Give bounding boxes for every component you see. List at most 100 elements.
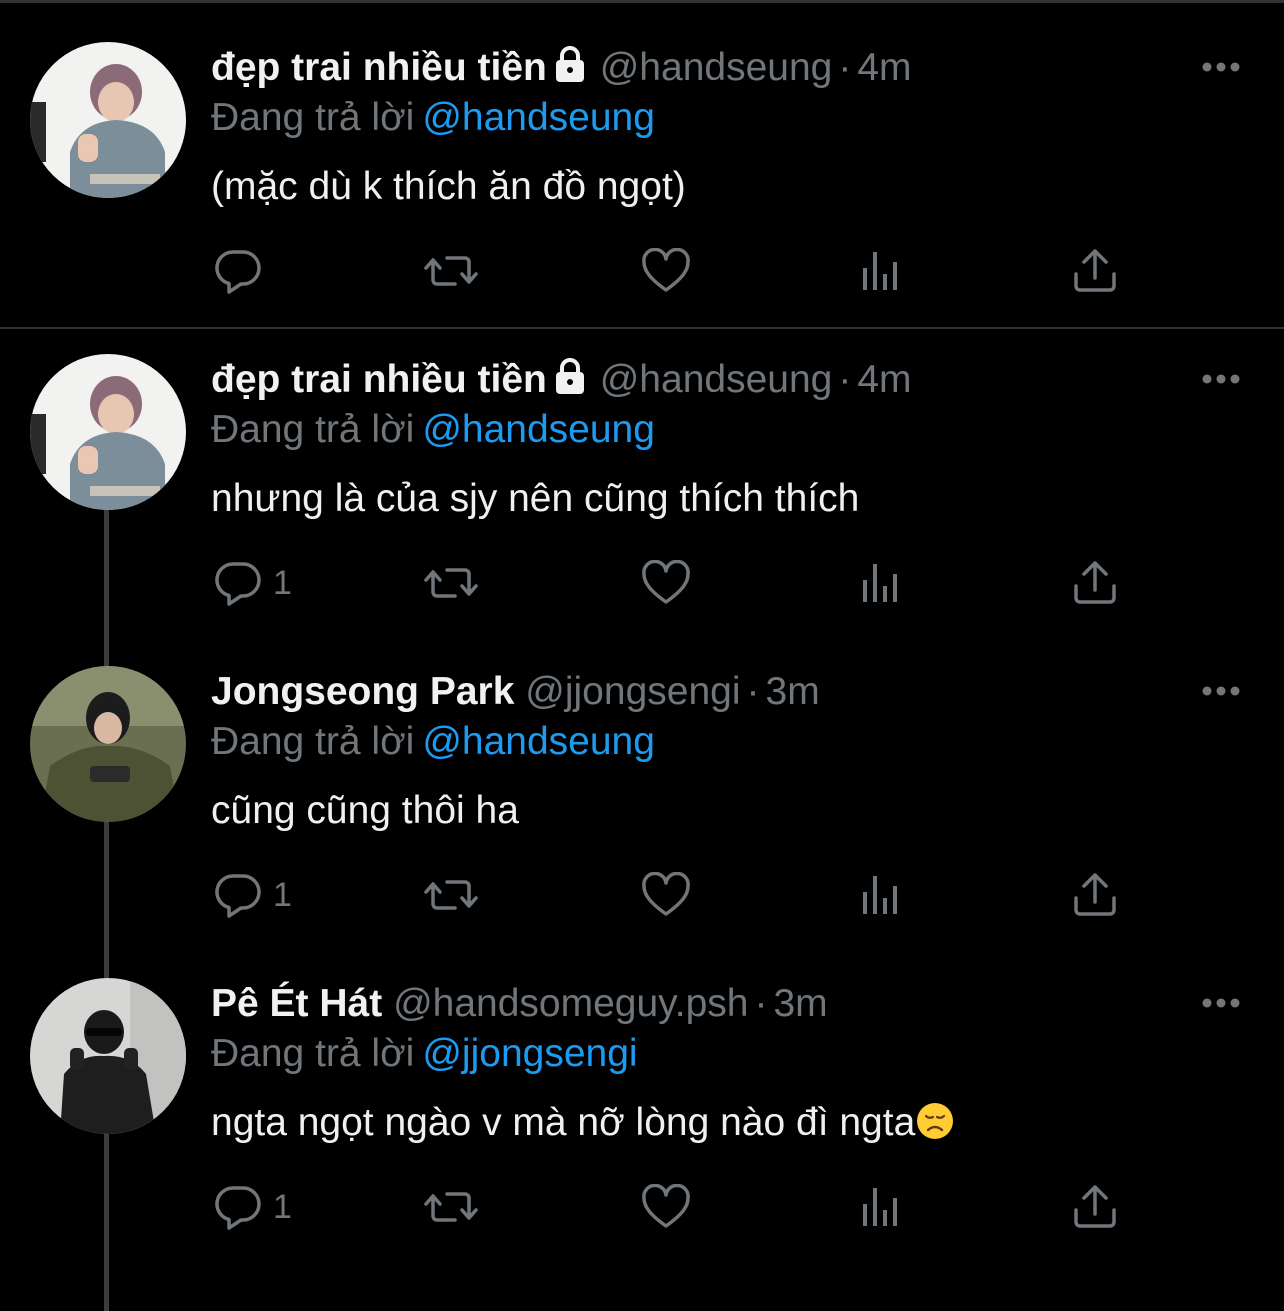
avatar[interactable] — [30, 978, 186, 1134]
analytics-button[interactable] — [859, 248, 903, 294]
timestamp[interactable]: 4m — [857, 358, 911, 401]
retweet-button[interactable] — [423, 1184, 479, 1230]
retweet-button[interactable] — [423, 560, 479, 606]
heart-icon — [641, 1184, 691, 1230]
tweet-divider — [0, 327, 1284, 329]
share-icon — [1072, 872, 1118, 918]
lock-icon — [551, 358, 589, 404]
tweet-actions: 1 — [211, 560, 1211, 606]
reply-button[interactable] — [213, 248, 263, 294]
share-icon — [1072, 248, 1118, 294]
bar-chart-icon — [859, 1184, 903, 1230]
share-button[interactable] — [1072, 1184, 1118, 1230]
retweet-button[interactable] — [423, 872, 479, 918]
replying-to-label: Đang trả lời — [211, 408, 415, 451]
disappointed-face-icon — [915, 1101, 955, 1152]
heart-icon — [641, 248, 691, 294]
retweet-icon — [423, 1184, 479, 1230]
tweet-text: ngta ngọt ngào v mà nỡ lòng nào đì ngta — [211, 1100, 955, 1152]
share-button[interactable] — [1072, 872, 1118, 918]
replying-to: Đang trả lời @handseung — [211, 720, 655, 764]
user-handle[interactable]: @handsomeguy.psh — [393, 982, 748, 1025]
like-button[interactable] — [641, 560, 691, 606]
retweet-icon — [423, 872, 479, 918]
reply-button[interactable]: 1 — [213, 560, 292, 606]
more-dots-icon — [1200, 61, 1242, 78]
timestamp[interactable]: 3m — [773, 982, 827, 1025]
heart-icon — [641, 872, 691, 918]
tweet-text: cũng cũng thôi ha — [211, 788, 519, 834]
analytics-button[interactable] — [859, 560, 903, 606]
reply-icon — [213, 872, 263, 918]
avatar[interactable] — [30, 42, 186, 198]
reply-icon — [213, 1184, 263, 1230]
more-dots-icon — [1200, 373, 1242, 390]
reply-icon — [213, 248, 263, 294]
like-button[interactable] — [641, 1184, 691, 1230]
display-name[interactable]: Jongseong Park — [211, 670, 514, 713]
tweet-actions — [211, 248, 1211, 294]
replying-to-label: Đang trả lời — [211, 1032, 415, 1075]
bar-chart-icon — [859, 560, 903, 606]
tweet-text: nhưng là của sjy nên cũng thích thích — [211, 476, 859, 522]
tweet-header: Jongseong Park @jjongsengi · 3m — [211, 670, 820, 714]
replying-to-handle[interactable]: @jjongsengi — [422, 1032, 637, 1075]
avatar[interactable] — [30, 354, 186, 510]
timestamp[interactable]: 3m — [766, 670, 820, 713]
separator-dot: · — [838, 358, 852, 401]
retweet-button[interactable] — [423, 248, 479, 294]
tweet-header: Pê Ét Hát @handsomeguy.psh · 3m — [211, 982, 828, 1026]
separator-dot: · — [838, 46, 852, 89]
lock-icon — [551, 46, 589, 92]
tweet-text-body: cũng cũng thôi ha — [211, 789, 519, 832]
avatar[interactable] — [30, 666, 186, 822]
tweet-text: (mặc dù k thích ăn đồ ngọt) — [211, 164, 686, 210]
thread-line — [104, 510, 109, 1311]
tweet-actions: 1 — [211, 872, 1211, 918]
like-button[interactable] — [641, 248, 691, 294]
replying-to-handle[interactable]: @handseung — [422, 96, 655, 139]
like-button[interactable] — [641, 872, 691, 918]
more-options-button[interactable] — [1200, 996, 1242, 1010]
reply-button[interactable]: 1 — [213, 872, 292, 918]
reply-count: 1 — [273, 564, 292, 602]
user-handle[interactable]: @jjongsengi — [525, 670, 740, 713]
replying-to: Đang trả lời @handseung — [211, 408, 655, 452]
tweet-text-body: nhưng là của sjy nên cũng thích thích — [211, 477, 860, 520]
display-name[interactable]: Pê Ét Hát — [211, 982, 382, 1025]
more-dots-icon — [1200, 685, 1242, 702]
tweet-text-body: ngta ngọt ngào v mà nỡ lòng nào đì ngta — [211, 1101, 916, 1144]
share-button[interactable] — [1072, 248, 1118, 294]
replying-to-label: Đang trả lời — [211, 720, 415, 763]
reply-count: 1 — [273, 1188, 292, 1226]
analytics-button[interactable] — [859, 872, 903, 918]
separator-dot: · — [754, 982, 768, 1025]
more-options-button[interactable] — [1200, 372, 1242, 386]
more-options-button[interactable] — [1200, 684, 1242, 698]
user-handle[interactable]: @handseung — [600, 358, 833, 401]
display-name[interactable]: đẹp trai nhiều tiền — [211, 358, 547, 401]
tweet-actions: 1 — [211, 1184, 1211, 1230]
bar-chart-icon — [859, 872, 903, 918]
analytics-button[interactable] — [859, 1184, 903, 1230]
replying-to-label: Đang trả lời — [211, 96, 415, 139]
share-icon — [1072, 560, 1118, 606]
user-handle[interactable]: @handseung — [600, 46, 833, 89]
tweet-text-body: (mặc dù k thích ăn đồ ngọt) — [211, 165, 686, 208]
retweet-icon — [423, 560, 479, 606]
top-border — [0, 0, 1284, 3]
more-dots-icon — [1200, 997, 1242, 1014]
display-name[interactable]: đẹp trai nhiều tiền — [211, 46, 547, 89]
tweet-header: đẹp trai nhiều tiền @handseung · 4m — [211, 46, 912, 92]
timestamp[interactable]: 4m — [857, 46, 911, 89]
more-options-button[interactable] — [1200, 60, 1242, 74]
replying-to: Đang trả lời @handseung — [211, 96, 655, 140]
bar-chart-icon — [859, 248, 903, 294]
replying-to-handle[interactable]: @handseung — [422, 720, 655, 763]
share-icon — [1072, 1184, 1118, 1230]
separator-dot: · — [746, 670, 760, 713]
replying-to: Đang trả lời @jjongsengi — [211, 1032, 638, 1076]
share-button[interactable] — [1072, 560, 1118, 606]
reply-button[interactable]: 1 — [213, 1184, 292, 1230]
replying-to-handle[interactable]: @handseung — [422, 408, 655, 451]
